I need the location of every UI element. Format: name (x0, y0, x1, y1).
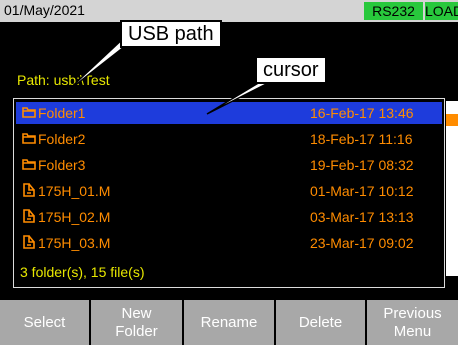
cursor-callout: cursor (255, 56, 327, 84)
callout-pointers (63, 35, 283, 115)
usb-path-callout: USB path (120, 20, 222, 48)
